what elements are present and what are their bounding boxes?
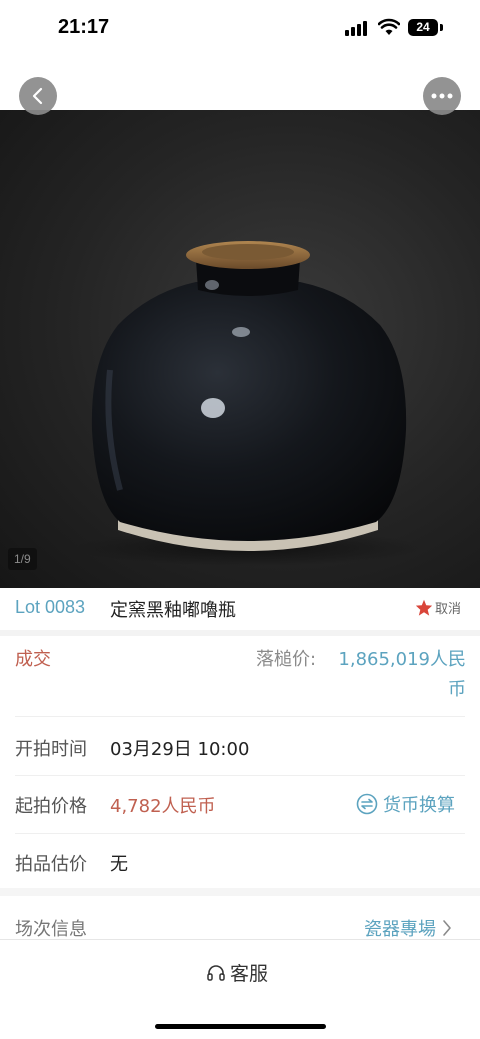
currency-exchange-icon (356, 793, 378, 815)
vase-image (73, 241, 423, 566)
chevron-left-icon (32, 87, 43, 105)
section-separator (0, 888, 480, 896)
lot-photo[interactable] (0, 110, 480, 588)
lot-title: 定窯黑釉嘟嚕瓶 (110, 600, 236, 621)
session-name: 瓷器專場 (364, 919, 436, 940)
estimate-label: 拍品估价 (15, 854, 87, 875)
unfavorite-button[interactable]: 取消 (415, 598, 461, 617)
section-separator (0, 630, 480, 636)
chevron-right-icon (443, 920, 451, 936)
home-indicator (155, 1024, 326, 1029)
status-time: 21:17 (58, 16, 110, 38)
divider (15, 833, 465, 834)
lot-title-row: Lot 0083 定窯黑釉嘟嚕瓶 取消 (0, 588, 480, 630)
star-icon (415, 599, 433, 616)
cellular-signal-icon (345, 20, 369, 36)
estimate-value: 无 (110, 854, 128, 875)
currency-convert-button[interactable]: 货币换算 (356, 791, 455, 817)
photo-counter: 1/9 (8, 548, 37, 570)
start-time-value: 03月29日 10:00 (110, 739, 250, 760)
currency-convert-label: 货币换算 (383, 795, 455, 816)
customer-service-button[interactable]: 客服 (206, 959, 268, 986)
battery-tip (440, 24, 443, 31)
headset-icon (207, 964, 225, 981)
more-horizontal-icon (431, 93, 453, 99)
start-price-value: 4,782人民币 (110, 796, 216, 817)
header (0, 58, 480, 110)
start-time-label: 开拍时间 (15, 739, 87, 760)
more-button[interactable] (423, 77, 461, 115)
unfavorite-label: 取消 (435, 602, 462, 617)
customer-service-label: 客服 (230, 963, 269, 985)
divider (15, 716, 465, 717)
battery-icon: 24 (408, 19, 438, 36)
lot-number: Lot 0083 (15, 597, 86, 617)
hammer-price-value: 1,865,019人民币 (338, 649, 466, 700)
wifi-icon (378, 18, 400, 35)
bottom-bar: 客服 (0, 939, 480, 1039)
result-status: 成交 (15, 649, 51, 670)
start-price-label: 起拍价格 (15, 796, 87, 817)
session-link[interactable]: 瓷器專場 (364, 915, 452, 941)
divider (15, 775, 465, 776)
session-info-label: 场次信息 (15, 919, 87, 940)
back-button[interactable] (19, 77, 57, 115)
status-bar: 21:17 24 (0, 0, 480, 58)
hammer-price-label: 落槌价: (256, 649, 317, 670)
